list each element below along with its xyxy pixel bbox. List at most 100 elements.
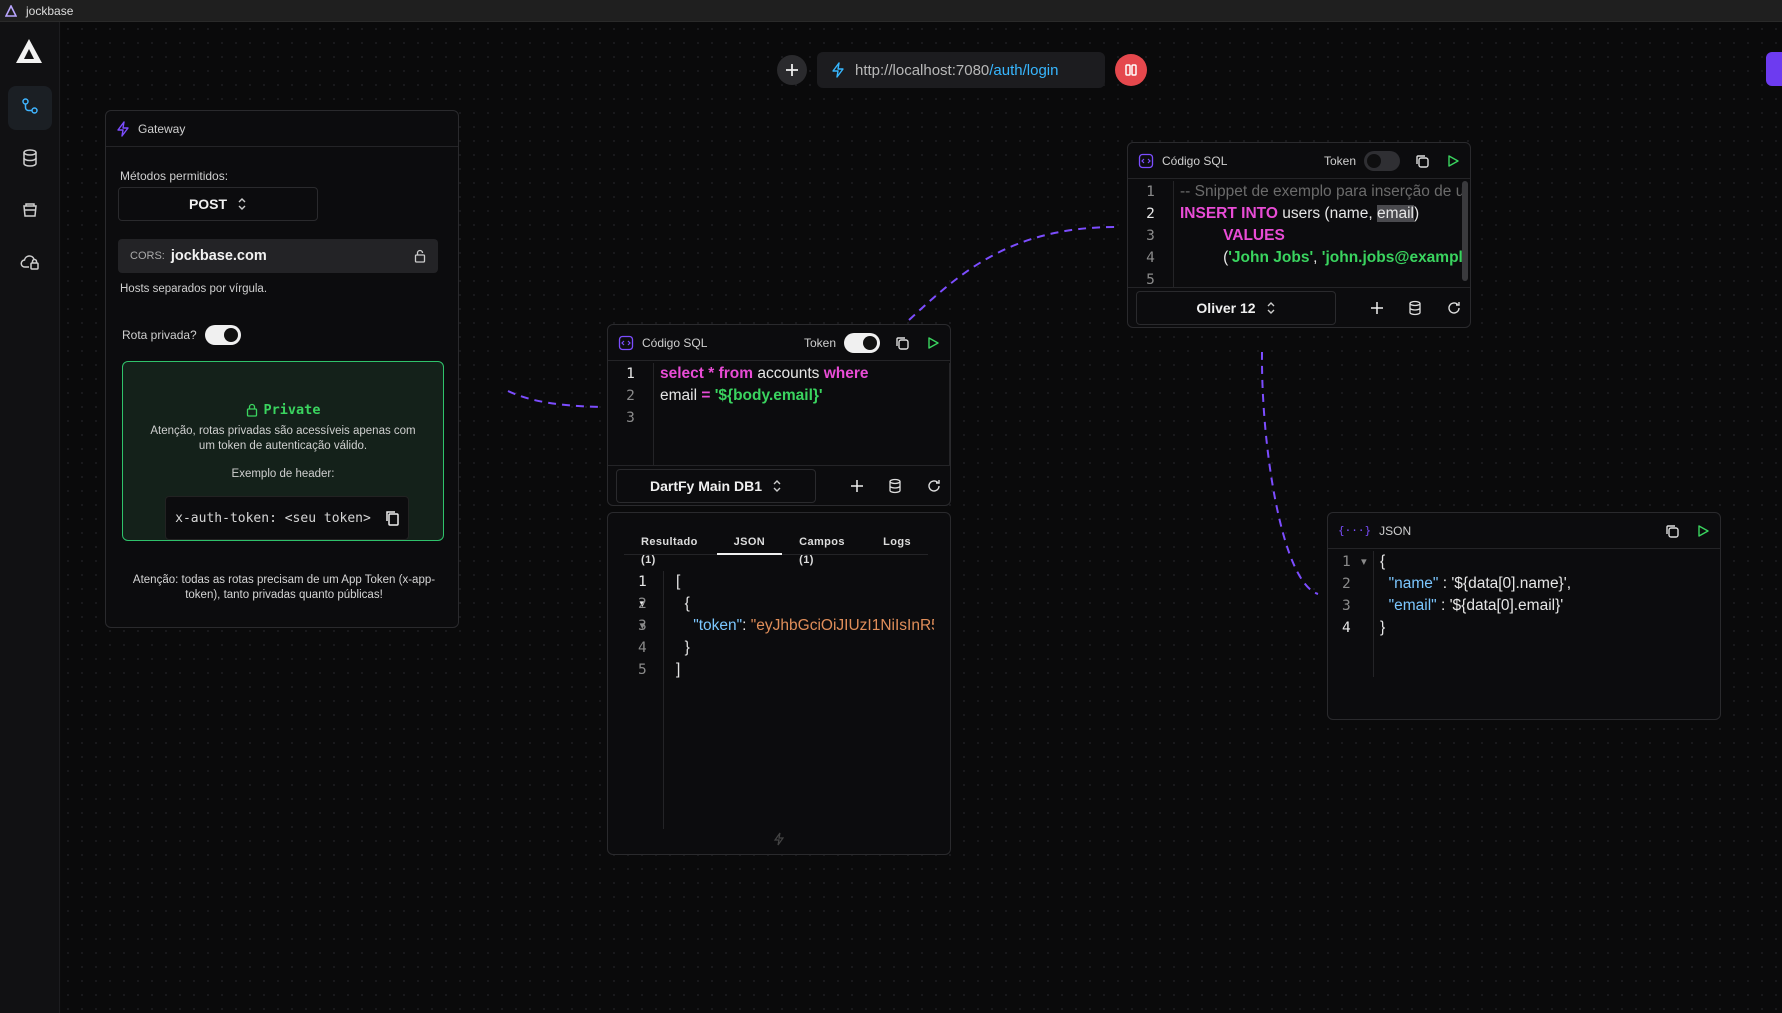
chevron-updown-icon — [1267, 301, 1275, 314]
code-lines: -- Snippet de exemplo para inserção de u… — [1180, 183, 1462, 266]
database-select[interactable]: Oliver 12 — [1136, 290, 1336, 325]
json-node-title: JSON — [1379, 523, 1412, 538]
header-example: x-auth-token: <seu token> — [175, 510, 371, 526]
json-lines: [ { "token": "eyJhbGciOiJIUzI1NiIsInR5cC… — [676, 573, 934, 678]
database-icon[interactable] — [1408, 300, 1422, 316]
stop-button[interactable] — [1115, 54, 1147, 86]
methods-label: Métodos permitidos: — [120, 169, 229, 183]
sql-node-insert-header: Código SQL Token — [1128, 143, 1470, 179]
token-label: Token — [1323, 153, 1356, 168]
refresh-icon[interactable] — [1446, 300, 1462, 316]
sidebar-item-database[interactable] — [8, 138, 52, 182]
refresh-icon[interactable] — [926, 478, 942, 494]
tab-logs[interactable]: Logs — [866, 533, 928, 555]
add-node-button[interactable] — [777, 55, 807, 85]
line-gutter: 1 ▾ 2 3 4 — [1328, 551, 1374, 677]
chevron-updown-icon — [773, 479, 781, 492]
code-lines: select * from accounts where email = '${… — [660, 365, 869, 404]
sql-node-main-header: Código SQL Token — [608, 325, 950, 361]
hosts-hint: Hosts separados por vírgula. — [120, 283, 268, 295]
cors-field[interactable]: CORS: jockbase.com — [118, 239, 438, 273]
plus-icon[interactable] — [850, 479, 864, 493]
token-label: Token — [803, 335, 836, 350]
database-name: Oliver 12 — [1196, 299, 1256, 316]
unlock-icon — [414, 249, 426, 263]
sql-node-insert[interactable]: Código SQL Token 1 2 3 4 5 6 -- Snippet … — [1127, 142, 1471, 328]
json-result-viewer[interactable]: 1 ▾ 2 ▾ 3 4 5 [ { "token": "eyJhbGciOiJI… — [624, 571, 934, 829]
private-route-row: Rota privada? — [122, 325, 241, 345]
tab-resultado[interactable]: Resultado (1) — [624, 533, 717, 566]
plus-icon[interactable] — [1370, 301, 1384, 315]
duplicate-icon[interactable] — [1664, 523, 1680, 539]
database-icon[interactable] — [888, 478, 902, 494]
title-bar: jockbase — [0, 0, 1782, 22]
top-toolbar: http://localhost:7080/auth/login — [777, 52, 1147, 88]
plus-icon — [786, 64, 798, 76]
window-title: jockbase — [26, 3, 74, 18]
token-toggle[interactable] — [1364, 150, 1400, 171]
tab-campos[interactable]: Campos (1) — [782, 533, 866, 566]
private-title: Private — [263, 402, 321, 418]
duplicate-icon[interactable] — [1414, 153, 1430, 169]
private-description: Atenção, rotas privadas são acessíveis a… — [150, 425, 416, 452]
code-icon — [618, 335, 634, 350]
json-editor[interactable]: 1 ▾ 2 3 4 { "name" : '${data[0].name}', … — [1328, 551, 1720, 677]
sql-editor-insert[interactable]: 1 2 3 4 5 6 -- Snippet de exemplo para i… — [1128, 181, 1470, 287]
bolt-icon — [117, 120, 129, 137]
gateway-node[interactable]: Gateway Métodos permitidos: POST CORS: j… — [105, 110, 459, 628]
copy-icon[interactable] — [385, 510, 399, 526]
database-select[interactable]: DartFy Main DB1 — [616, 468, 816, 503]
sql-node-main-title: Código SQL — [642, 335, 708, 350]
bolt-icon — [773, 832, 785, 846]
duplicate-icon[interactable] — [894, 335, 910, 351]
lock-icon — [246, 403, 257, 417]
cloud-lock-icon — [20, 253, 40, 276]
tab-json[interactable]: JSON — [716, 533, 783, 555]
result-panel: Resultado (1) JSON Campos (1) Logs 1 ▾ 2… — [607, 512, 951, 855]
sidebar-item-flows[interactable] — [8, 86, 52, 130]
edge-sql1-sql2 — [908, 226, 1117, 321]
method-select[interactable]: POST — [118, 187, 318, 221]
cors-value: jockbase.com — [170, 248, 267, 264]
json-node[interactable]: {···} JSON 1 ▾ 2 3 4 { "name" : '${data[… — [1327, 512, 1721, 720]
method-value: POST — [188, 196, 228, 212]
sidebar-item-cloud-auth[interactable] — [8, 242, 52, 286]
result-tabs: Resultado (1) JSON Campos (1) Logs — [624, 533, 928, 566]
line-gutter: 1 ▾ 2 ▾ 3 4 5 — [624, 571, 664, 829]
scrollbar[interactable] — [1462, 181, 1468, 281]
code-icon — [1138, 153, 1154, 168]
logo-icon[interactable] — [14, 36, 44, 66]
edge-gateway-sql1 — [507, 390, 602, 408]
resize-handle[interactable] — [608, 832, 950, 846]
sidebar — [0, 22, 60, 1013]
route-url: http://localhost:7080/auth/login — [855, 61, 1059, 79]
sidebar-item-storage[interactable] — [8, 190, 52, 234]
app-icon — [4, 4, 18, 18]
private-title-row: Private — [123, 402, 443, 418]
json-node-header: {···} JSON — [1328, 513, 1720, 549]
pause-icon — [1125, 64, 1137, 76]
sql-node-main-footer: DartFy Main DB1 — [608, 465, 950, 505]
flow-canvas[interactable]: http://localhost:7080/auth/login Gateway… — [61, 22, 1782, 1013]
braces-icon: {···} — [1338, 524, 1372, 537]
chevron-updown-icon — [238, 198, 246, 210]
side-panel-toggle[interactable] — [1766, 52, 1782, 86]
json-lines: { "name" : '${data[0].name}', "email" : … — [1380, 553, 1572, 636]
app-token-note: Atenção: todas as rotas precisam de um A… — [132, 574, 436, 601]
header-example-box: x-auth-token: <seu token> — [165, 496, 409, 540]
storage-icon — [21, 201, 39, 224]
gateway-header: Gateway — [106, 111, 458, 147]
sql-node-main[interactable]: Código SQL Token 1 2 3 select * from acc… — [607, 324, 951, 506]
play-icon[interactable] — [1696, 524, 1710, 538]
play-icon[interactable] — [1446, 154, 1460, 168]
route-url-field[interactable]: http://localhost:7080/auth/login — [817, 52, 1105, 88]
sql-editor-main[interactable]: 1 2 3 select * from accounts where email… — [608, 363, 950, 465]
database-name: DartFy Main DB1 — [649, 477, 763, 494]
gateway-title: Gateway — [138, 121, 186, 136]
database-icon — [22, 148, 38, 172]
play-icon[interactable] — [926, 336, 940, 350]
token-toggle[interactable] — [844, 332, 880, 353]
private-route-toggle[interactable] — [204, 325, 241, 345]
line-gutter: 1 2 3 — [608, 363, 654, 465]
sql-node-insert-footer: Oliver 12 — [1128, 287, 1470, 327]
